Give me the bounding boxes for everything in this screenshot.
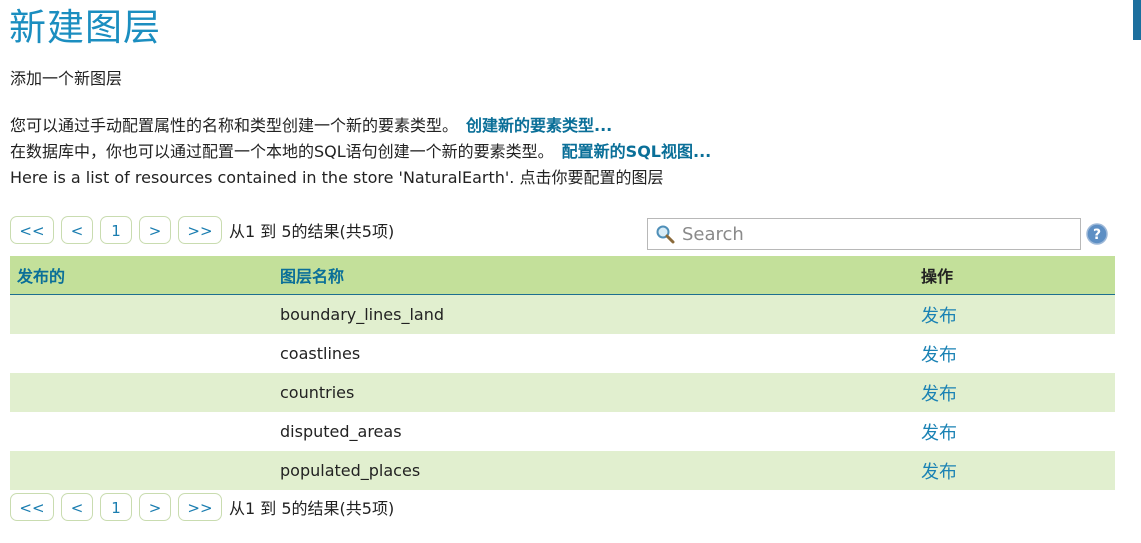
search-input[interactable]: [682, 220, 1072, 248]
prev-page-button[interactable]: <: [61, 493, 93, 521]
help-icon[interactable]: ?: [1086, 223, 1108, 245]
scrollbar-edge[interactable]: [1133, 0, 1141, 40]
published-cell: [10, 451, 280, 490]
publish-link[interactable]: 发布: [921, 345, 957, 366]
action-cell: 发布: [921, 451, 1115, 490]
layers-table: 发布的 图层名称 操作 boundary_lines_land 发布 coast…: [10, 256, 1115, 490]
publish-link[interactable]: 发布: [921, 462, 957, 483]
prev-page-button[interactable]: <: [61, 216, 93, 244]
layer-name-cell: coastlines: [280, 334, 921, 373]
page-number-button[interactable]: 1: [100, 216, 132, 244]
column-header-layer-name[interactable]: 图层名称: [280, 256, 921, 295]
pager-bottom: << < 1 > >> 从1 到 5的结果(共5项): [10, 493, 394, 521]
last-page-button[interactable]: >>: [178, 216, 222, 244]
last-page-button[interactable]: >>: [178, 493, 222, 521]
published-cell: [10, 294, 280, 334]
svg-text:?: ?: [1093, 227, 1101, 243]
published-cell: [10, 412, 280, 451]
search-icon: [656, 225, 675, 244]
publish-link[interactable]: 发布: [921, 423, 957, 444]
published-cell: [10, 334, 280, 373]
layer-name-cell: countries: [280, 373, 921, 412]
pager-info: 从1 到 5的结果(共5项): [229, 499, 395, 518]
action-cell: 发布: [921, 373, 1115, 412]
page: 新建图层 添加一个新图层 您可以通过手动配置属性的名称和类型创建一个新的要素类型…: [0, 0, 1141, 543]
layer-name-cell: disputed_areas: [280, 412, 921, 451]
pager-info: 从1 到 5的结果(共5项): [229, 222, 395, 241]
published-cell: [10, 373, 280, 412]
table-row: coastlines 发布: [10, 334, 1115, 373]
page-subtitle: 添加一个新图层: [10, 69, 123, 88]
layer-name-cell: populated_places: [280, 451, 921, 490]
create-feature-type-link[interactable]: 创建新的要素类型...: [466, 116, 612, 135]
publish-link[interactable]: 发布: [921, 306, 957, 327]
description-line-1: 您可以通过手动配置属性的名称和类型创建一个新的要素类型。 创建新的要素类型...: [10, 113, 711, 139]
table-row: populated_places 发布: [10, 451, 1115, 490]
description-line-2: 在数据库中，你也可以通过配置一个本地的SQL语句创建一个新的要素类型。 配置新的S…: [10, 139, 711, 165]
layer-name-cell: boundary_lines_land: [280, 294, 921, 334]
description-text-2: 在数据库中，你也可以通过配置一个本地的SQL语句创建一个新的要素类型。: [10, 142, 554, 161]
action-cell: 发布: [921, 412, 1115, 451]
first-page-button[interactable]: <<: [10, 216, 54, 244]
column-header-published[interactable]: 发布的: [10, 256, 280, 295]
publish-link[interactable]: 发布: [921, 384, 957, 405]
description-line-3: Here is a list of resources contained in…: [10, 165, 711, 191]
next-page-button[interactable]: >: [139, 493, 171, 521]
table-row: disputed_areas 发布: [10, 412, 1115, 451]
action-cell: 发布: [921, 294, 1115, 334]
search-box: [647, 218, 1081, 250]
first-page-button[interactable]: <<: [10, 493, 54, 521]
description: 您可以通过手动配置属性的名称和类型创建一个新的要素类型。 创建新的要素类型... …: [10, 113, 711, 191]
page-title: 新建图层: [9, 6, 161, 49]
description-text-3: Here is a list of resources contained in…: [10, 168, 664, 187]
configure-sql-view-link[interactable]: 配置新的SQL视图...: [562, 142, 712, 161]
description-text-1: 您可以通过手动配置属性的名称和类型创建一个新的要素类型。: [10, 116, 459, 135]
table-row: countries 发布: [10, 373, 1115, 412]
pager-top: << < 1 > >> 从1 到 5的结果(共5项): [10, 216, 394, 244]
table-header-row: 发布的 图层名称 操作: [10, 256, 1115, 295]
action-cell: 发布: [921, 334, 1115, 373]
table-row: boundary_lines_land 发布: [10, 294, 1115, 334]
next-page-button[interactable]: >: [139, 216, 171, 244]
page-number-button[interactable]: 1: [100, 493, 132, 521]
column-header-action: 操作: [921, 256, 1115, 295]
